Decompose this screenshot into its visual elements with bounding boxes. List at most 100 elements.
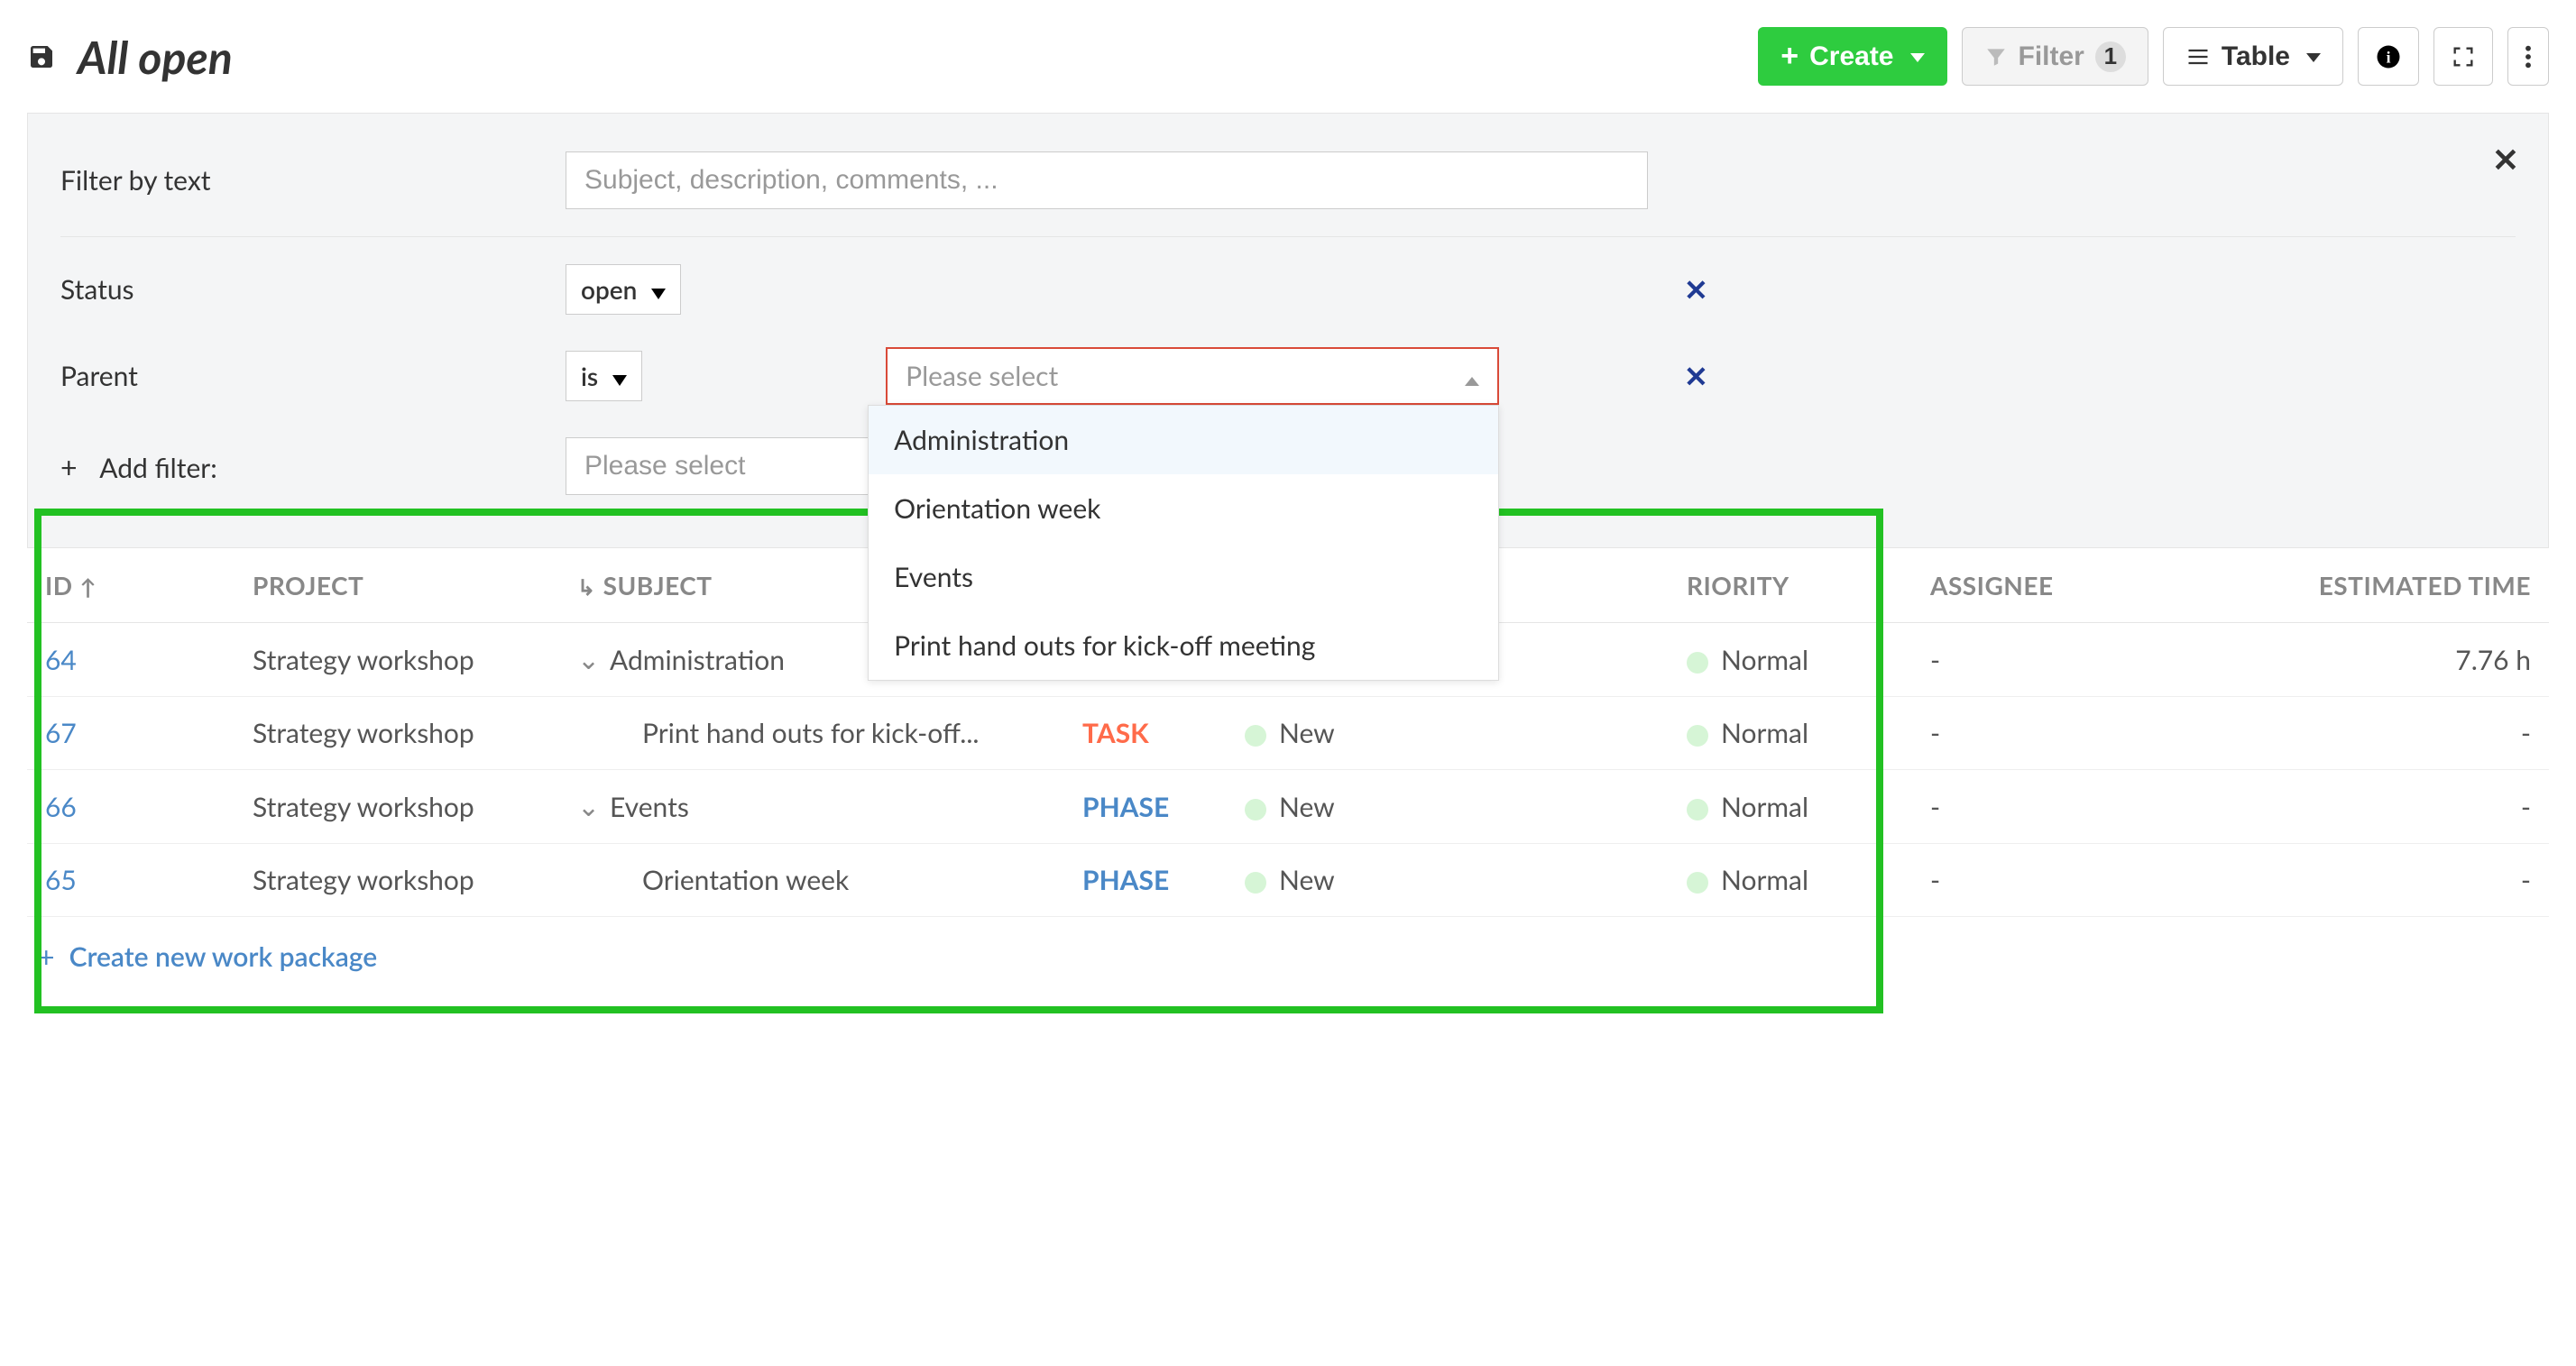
filter-text-label: Filter by text	[60, 164, 566, 197]
more-button[interactable]	[2507, 27, 2549, 86]
cell-priority: Normal	[1669, 697, 1912, 770]
filter-row-status: Status open ✕	[60, 248, 2516, 331]
save-icon[interactable]	[27, 42, 56, 71]
cell-subject[interactable]: ⌄EventsPHASENew	[559, 770, 1669, 844]
cell-priority: Normal	[1669, 623, 1912, 697]
filter-label: Filter	[2019, 41, 2084, 72]
chevron-down-icon	[2301, 41, 2321, 72]
cell-estimated: 7.76 h	[2246, 623, 2549, 697]
filter-row-parent: Parent is Please select Administration O…	[60, 331, 2516, 421]
cell-status: New	[1245, 717, 1425, 749]
cell-project: Strategy workshop	[235, 770, 559, 844]
create-label: Create	[1809, 41, 1893, 72]
filter-button[interactable]: Filter 1	[1962, 27, 2148, 86]
plus-icon: +	[1780, 39, 1799, 74]
filter-panel: ✕ Filter by text Status open ✕ Parent is	[27, 113, 2549, 548]
status-dot	[1245, 872, 1266, 894]
cell-status: New	[1245, 864, 1425, 896]
info-icon: i	[2375, 43, 2402, 70]
cell-project: Strategy workshop	[235, 844, 559, 917]
filter-status-label: Status	[60, 273, 566, 306]
hierarchy-icon: ↳	[577, 574, 596, 600]
type-badge: PHASE	[1082, 864, 1169, 896]
col-id[interactable]: ID↑	[27, 548, 235, 623]
col-assignee[interactable]: ASSIGNEE	[1912, 548, 2246, 623]
cell-estimated: -	[2246, 697, 2549, 770]
filter-parent-label: Parent	[60, 360, 566, 392]
cell-assignee: -	[1912, 623, 2246, 697]
table-row[interactable]: 67Strategy workshopPrint hand outs for k…	[27, 697, 2549, 770]
cell-status: New	[1245, 791, 1425, 823]
parent-dropdown: Administration Orientation week Events P…	[868, 405, 1499, 681]
status-select[interactable]: open	[566, 264, 681, 315]
add-filter-label: + Add filter:	[60, 449, 566, 484]
svg-text:i: i	[2387, 48, 2391, 66]
plus-icon: +	[60, 449, 78, 484]
create-button[interactable]: + Create	[1758, 27, 1946, 86]
status-value: open	[581, 274, 637, 305]
table-row[interactable]: 66Strategy workshop⌄EventsPHASENewNormal…	[27, 770, 2549, 844]
kebab-icon	[2525, 44, 2532, 69]
create-work-package-link[interactable]: + Create new work package	[27, 917, 2549, 995]
status-dot	[1245, 725, 1266, 747]
info-button[interactable]: i	[2358, 27, 2419, 86]
dropdown-option[interactable]: Orientation week	[869, 474, 1498, 543]
cell-project: Strategy workshop	[235, 697, 559, 770]
cell-assignee: -	[1912, 697, 2246, 770]
table-label: Table	[2222, 41, 2290, 72]
dropdown-option[interactable]: Administration	[869, 406, 1498, 474]
priority-dot	[1687, 872, 1708, 894]
type-badge: TASK	[1082, 717, 1149, 749]
cell-subject[interactable]: Print hand outs for kick-off...TASKNew	[559, 697, 1669, 770]
page-header: All open + Create Filter 1 Table i	[27, 18, 2549, 113]
filter-icon	[1984, 45, 2008, 69]
view-table-button[interactable]: Table	[2163, 27, 2343, 86]
cell-assignee: -	[1912, 844, 2246, 917]
type-badge: PHASE	[1082, 791, 1169, 823]
cell-id[interactable]: 64	[27, 623, 235, 697]
cell-subject[interactable]: Orientation weekPHASENew	[559, 844, 1669, 917]
priority-dot	[1687, 652, 1708, 674]
parent-value-select[interactable]: Please select	[886, 347, 1499, 405]
col-project[interactable]: PROJECT	[235, 548, 559, 623]
col-priority[interactable]: RIORITY	[1669, 548, 1912, 623]
dropdown-option[interactable]: Print hand outs for kick-off meeting	[869, 611, 1498, 680]
expand-icon[interactable]: ⌄	[577, 790, 595, 823]
chevron-up-icon	[1465, 361, 1479, 391]
parent-operator-value: is	[581, 361, 598, 391]
create-link-label: Create new work package	[69, 940, 378, 973]
cell-assignee: -	[1912, 770, 2246, 844]
chevron-down-icon	[612, 361, 627, 391]
remove-status-filter[interactable]: ✕	[1684, 271, 1708, 307]
filter-row-text: Filter by text	[60, 135, 2516, 225]
cell-id[interactable]: 66	[27, 770, 235, 844]
cell-priority: Normal	[1669, 844, 1912, 917]
sort-asc-icon: ↑	[80, 574, 97, 600]
cell-estimated: -	[2246, 770, 2549, 844]
fullscreen-icon	[2451, 44, 2476, 69]
expand-icon[interactable]: ⌄	[577, 643, 595, 676]
cell-project: Strategy workshop	[235, 623, 559, 697]
chevron-down-icon	[1905, 41, 1925, 72]
cell-priority: Normal	[1669, 770, 1912, 844]
parent-operator-select[interactable]: is	[566, 351, 642, 401]
cell-id[interactable]: 67	[27, 697, 235, 770]
filter-text-input[interactable]	[566, 151, 1648, 209]
fullscreen-button[interactable]	[2433, 27, 2493, 86]
cell-id[interactable]: 65	[27, 844, 235, 917]
parent-placeholder: Please select	[906, 360, 1058, 392]
page-title: All open	[78, 30, 233, 84]
priority-dot	[1687, 799, 1708, 821]
col-estimated[interactable]: ESTIMATED TIME	[2246, 548, 2549, 623]
filter-count-badge: 1	[2095, 41, 2126, 72]
remove-parent-filter[interactable]: ✕	[1684, 358, 1708, 394]
plus-icon: +	[38, 939, 55, 974]
chevron-down-icon	[651, 274, 666, 305]
priority-dot	[1687, 725, 1708, 747]
cell-estimated: -	[2246, 844, 2549, 917]
toolbar: + Create Filter 1 Table i	[1758, 27, 2549, 86]
close-filter-button[interactable]: ✕	[2492, 139, 2519, 179]
status-dot	[1245, 799, 1266, 821]
dropdown-option[interactable]: Events	[869, 543, 1498, 611]
table-row[interactable]: 65Strategy workshopOrientation weekPHASE…	[27, 844, 2549, 917]
